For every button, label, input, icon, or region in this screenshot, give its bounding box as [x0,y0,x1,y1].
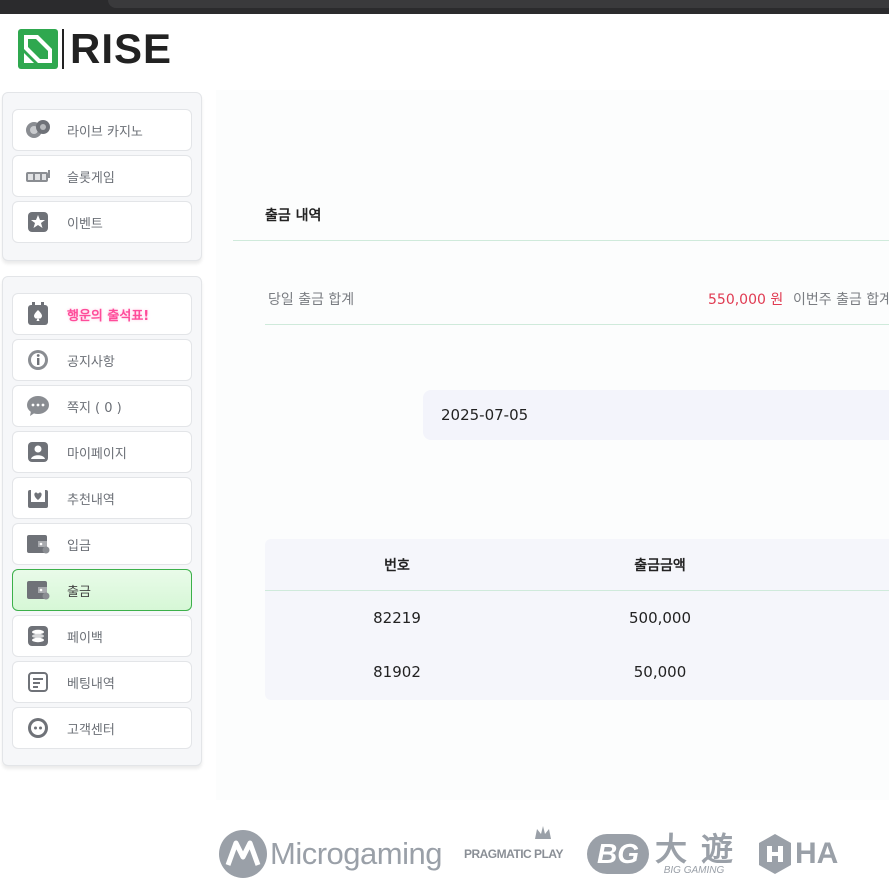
row-amount: 500,000 [628,609,692,627]
row-number: 82219 [373,609,421,627]
divider [265,324,889,325]
sidebar-item-withdraw[interactable]: 출금 [12,569,192,611]
sidebar-item-label: 라이브 카지노 [67,124,143,140]
table-header: 번호 출금금액 [265,539,889,591]
column-header-amount: 출금금액 [634,558,686,574]
sidebar-item-label: 고객센터 [67,722,115,738]
today-total-value: 550,000 원 [708,292,784,308]
row-amount: 50,000 [633,663,687,681]
sidebar-item-support[interactable]: 고객센터 [12,707,192,749]
sidebar-item-label: 추천내역 [67,492,115,508]
browser-tab-edge [108,0,889,8]
sidebar-item-label: 마이페이지 [67,446,127,462]
calendar-spade-icon [25,301,51,327]
today-total-label: 당일 출금 합계 [268,292,355,308]
sidebar-item-label: 이벤트 [67,216,103,232]
habanero-logo: HA [757,832,838,876]
big-gaming-char-1: 大 [654,829,687,868]
sidebar-item-label: 출금 [67,584,91,600]
heart-envelope-icon [25,485,51,511]
info-icon [25,347,51,373]
wallet-in-icon [25,531,51,557]
sidebar-item-mypage[interactable]: 마이페이지 [12,431,192,473]
sidebar-item-label: 베팅내역 [67,676,115,692]
sidebar-item-event[interactable]: 이벤트 [12,201,192,243]
crown-icon [534,826,551,839]
row-number: 81902 [373,663,421,681]
sidebar-item-betting-history[interactable]: 베팅내역 [12,661,192,703]
sidebar-item-label: 행운의 출석표! [67,308,150,324]
sidebar-main-panel: 행운의 출석표! 공지사항 쪽지 ( 0 ) 마이페이지 추천내역 입금 출금 … [2,276,202,766]
pragmatic-play-logo: PRAGMATIC PLAY [463,826,564,861]
support-icon [25,715,51,741]
brand-name: RISE [70,25,173,72]
withdraw-table: 번호 출금금액 82219 500,000 81902 50,000 [265,539,889,700]
slot-machine-icon [25,163,51,189]
user-icon [25,439,51,465]
list-icon [25,669,51,695]
rise-logo-mark-icon [18,29,58,69]
sidebar-item-label: 슬롯게임 [67,170,115,186]
wallet-out-icon [25,577,51,603]
big-gaming-logo: BG 大 遊 BIG GAMING [586,833,733,876]
partner-logos: Microgaming PRAGMATIC PLAY BG 大 遊 BIG GA… [218,822,889,886]
bg-badge: BG [586,834,649,874]
sidebar-item-payback[interactable]: 페이백 [12,615,192,657]
page-title: 출금 내역 [265,208,322,224]
big-gaming-char-2: 遊 [700,829,733,868]
sidebar-games-panel: 라이브 카지노 슬롯게임 이벤트 [2,92,202,261]
big-gaming-text: BIG GAMING [663,864,725,876]
microgaming-logo: Microgaming [218,829,442,879]
sidebar-item-live-casino[interactable]: 라이브 카지노 [12,109,192,151]
date-filter-input[interactable]: 2025-07-05 [423,390,889,440]
star-icon [25,209,51,235]
browser-top-bar [0,0,889,14]
divider [233,240,889,241]
coins-icon [25,623,51,649]
sidebar-item-slot[interactable]: 슬롯게임 [12,155,192,197]
big-gaming-mark: 大 遊 BIG GAMING [655,833,733,876]
site-logo[interactable]: RISE [18,28,172,70]
microgaming-text: Microgaming [270,836,442,871]
sidebar-item-notice[interactable]: 공지사항 [12,339,192,381]
table-row: 82219 500,000 [265,591,889,645]
table-row: 81902 50,000 [265,645,889,699]
big-gaming-chars: 大 遊 [655,833,733,865]
sidebar-item-label: 페이백 [67,630,103,646]
week-total-label: 이번주 출금 합계 [793,292,889,308]
logo-separator [62,29,64,69]
sidebar-item-deposit[interactable]: 입금 [12,523,192,565]
column-header-number: 번호 [384,558,410,574]
sidebar-item-message[interactable]: 쪽지 ( 0 ) [12,385,192,427]
sidebar-item-label: 쪽지 ( 0 ) [67,400,122,416]
habanero-icon [759,834,791,874]
sidebar-item-label: 공지사항 [67,354,115,370]
sidebar-item-label: 입금 [67,538,91,554]
habanero-text: HA [795,837,839,870]
sidebar-item-attendance[interactable]: 행운의 출석표! [12,293,192,335]
chat-icon [25,393,51,419]
microgaming-m-icon [219,830,267,878]
pragmatic-text: PRAGMATIC PLAY [463,847,564,861]
chips-icon [25,117,51,143]
sidebar-item-referral[interactable]: 추천내역 [12,477,192,519]
